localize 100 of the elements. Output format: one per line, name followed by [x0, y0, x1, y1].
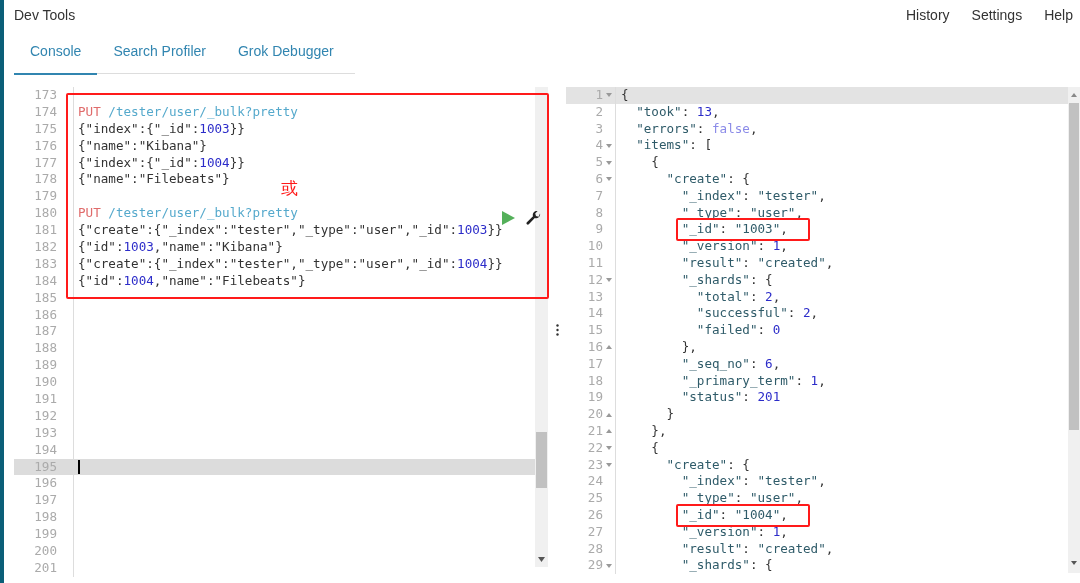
code-line: "failed": 0: [696, 322, 781, 339]
line-number: 178: [14, 171, 74, 189]
code-line: {"create":{"_index":"tester","_type":"user","_id":1003}}: [78, 222, 503, 240]
line-number: 187: [14, 323, 74, 341]
code-line: "_id": "1004",: [681, 506, 788, 524]
line-number: 15: [586, 322, 603, 339]
line-number: 179: [14, 188, 74, 206]
tab[interactable]: Grok Debugger: [221, 30, 350, 75]
code-line: {"index":{"_id":1004}}: [78, 154, 245, 172]
resize-handle-icon[interactable]: [555, 324, 559, 336]
line-number: 182: [14, 239, 74, 256]
tab[interactable]: Search Profiler: [97, 30, 222, 75]
annotation-text: 或: [281, 178, 298, 200]
code-line: "create": {: [666, 171, 750, 188]
fold-icon[interactable]: [606, 177, 612, 182]
play-icon[interactable]: [502, 211, 515, 225]
line-number: 176: [14, 137, 74, 155]
line-number: 180: [14, 205, 74, 223]
line-number: 23: [586, 456, 603, 474]
scrollbar-thumb[interactable]: [1069, 103, 1079, 430]
line-number: 19: [586, 389, 603, 407]
text-cursor: [78, 460, 80, 475]
line-number: 14: [586, 305, 603, 323]
fold-icon[interactable]: [606, 93, 612, 98]
line-number: 1: [594, 87, 603, 104]
line-number: 6: [594, 171, 603, 188]
fold-icon[interactable]: [606, 462, 612, 467]
line-number: 175: [14, 120, 74, 138]
unfold-icon[interactable]: [606, 412, 612, 417]
scroll-down-icon[interactable]: [538, 557, 545, 562]
line-number: 10: [586, 238, 603, 255]
code-line: "_seq_no": 6,: [681, 355, 781, 373]
code-line: {"id":1004,"name":"Filebeats"}: [78, 272, 306, 290]
code-line: {"id":1003,"name":"Kibana"}: [78, 239, 283, 256]
unfold-icon[interactable]: [606, 345, 612, 350]
line-number: 183: [14, 255, 74, 273]
line-number: 13: [586, 288, 603, 306]
menu-link[interactable]: Settings: [971, 4, 1023, 26]
fold-icon[interactable]: [606, 143, 612, 148]
code-line: "_type": "user",: [681, 490, 803, 507]
line-number: 18: [586, 372, 603, 390]
code-line: PUT /tester/user/_bulk?pretty: [78, 205, 298, 223]
unfold-icon[interactable]: [606, 429, 612, 434]
line-number: 24: [586, 473, 603, 491]
code-line: {"name":"Filebeats"}: [78, 171, 230, 189]
line-number: 3: [594, 120, 603, 138]
code-line: "items": [: [636, 137, 712, 155]
code-line: "_index": "tester",: [681, 187, 826, 205]
line-number: 185: [14, 289, 74, 307]
code-line: "create": {: [666, 456, 750, 474]
code-line: {: [651, 439, 659, 457]
line-number: 192: [14, 407, 74, 425]
line-number: 197: [14, 492, 74, 510]
code-line: "_id": "1003",: [681, 221, 788, 239]
fold-icon[interactable]: [606, 278, 612, 283]
fold-icon[interactable]: [606, 563, 612, 568]
line-number: 193: [14, 424, 74, 442]
line-number: 200: [14, 543, 74, 560]
line-number: 28: [586, 540, 603, 558]
line-number: 20: [586, 406, 603, 423]
code-line: "errors": false,: [636, 120, 758, 138]
fold-icon[interactable]: [606, 446, 612, 451]
line-number: 173: [14, 87, 74, 104]
line-number: 188: [14, 340, 74, 358]
scrollbar-thumb[interactable]: [536, 432, 547, 488]
line-number: 181: [14, 222, 74, 239]
scrollbar[interactable]: [1068, 87, 1080, 573]
menu-link[interactable]: Help: [1044, 4, 1073, 26]
scroll-down-icon[interactable]: [1071, 561, 1077, 565]
app-title: Dev Tools: [14, 5, 76, 25]
line-number: 21: [586, 422, 603, 440]
code-line: }: [666, 406, 675, 423]
line-number: 196: [14, 475, 74, 493]
line-number: 12: [586, 271, 603, 289]
code-line: {: [621, 87, 629, 104]
code-line: "_version": 1,: [681, 238, 788, 255]
code-line: "status": 201: [681, 389, 781, 407]
line-number: 174: [14, 103, 74, 121]
line-number: 7: [594, 187, 603, 205]
line-number: 186: [14, 306, 74, 324]
line-number: 17: [586, 355, 603, 373]
tab[interactable]: Console: [14, 30, 98, 75]
line-number: 22: [586, 439, 603, 457]
code-line: {"name":"Kibana"}: [78, 137, 207, 155]
menu-link[interactable]: History: [906, 4, 950, 26]
scroll-up-icon[interactable]: [1071, 93, 1077, 97]
line-number: 201: [14, 559, 74, 577]
wrench-icon[interactable]: [526, 211, 541, 226]
line-number: 199: [14, 526, 74, 544]
code-line: "_shards": {: [681, 557, 773, 575]
line-number: 189: [14, 357, 74, 375]
code-line: "result": "created",: [681, 540, 834, 558]
code-line: },: [651, 422, 667, 440]
scrollbar[interactable]: [535, 87, 548, 567]
fold-icon[interactable]: [606, 160, 612, 165]
code-line: "_index": "tester",: [681, 473, 826, 491]
code-line: "_primary_term": 1,: [681, 372, 826, 390]
code-line: "successful": 2,: [696, 305, 819, 323]
line-number: 25: [586, 490, 603, 507]
line-number: 191: [14, 391, 74, 408]
